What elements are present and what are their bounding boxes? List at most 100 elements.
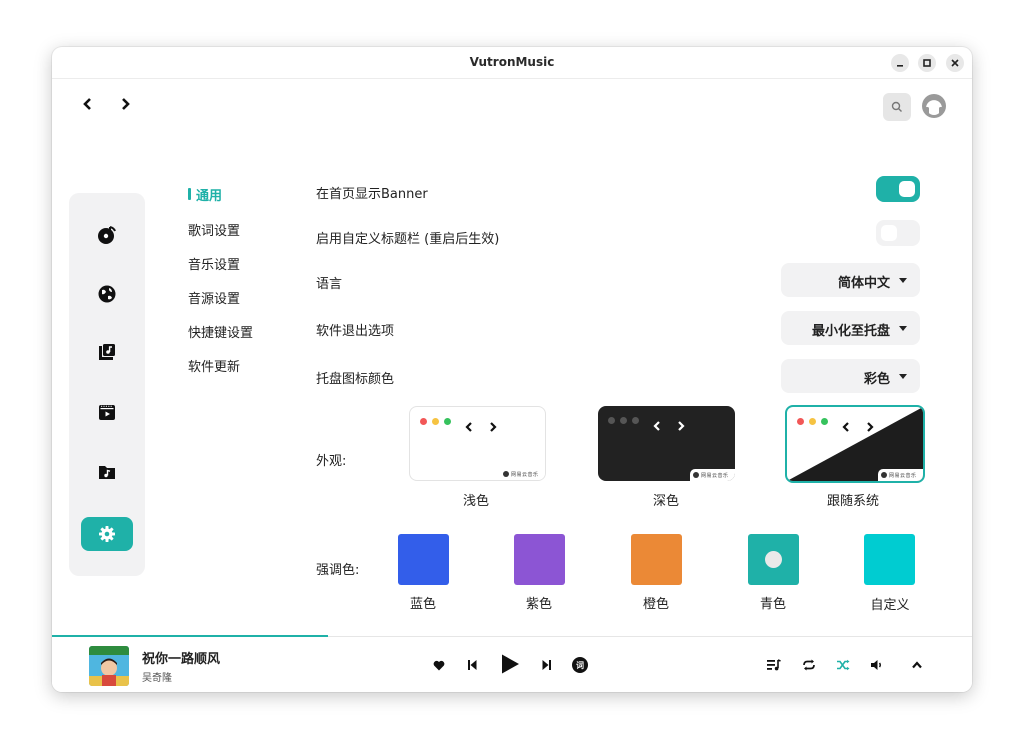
chevron-left-icon <box>83 98 91 110</box>
play-button[interactable] <box>499 652 521 676</box>
sidebar-item-video[interactable] <box>69 395 145 429</box>
theme-card-system[interactable]: 网易云音乐 <box>785 405 925 483</box>
back-button[interactable] <box>79 95 95 113</box>
submenu-item-update[interactable]: 软件更新 <box>188 356 240 375</box>
globe-icon <box>98 285 116 303</box>
music-library-icon <box>99 344 115 360</box>
music-folder-icon <box>99 466 115 479</box>
mini-logo: 网易云音乐 <box>878 469 923 481</box>
toggle-knob <box>899 181 915 197</box>
playback-progress[interactable] <box>52 635 328 637</box>
user-avatar[interactable] <box>920 92 948 120</box>
chevron-left-icon <box>653 421 660 431</box>
app-window: VutronMusic 通用 歌词设置 音乐设置 音源设置 快捷键设置 软件更新… <box>52 47 972 692</box>
repeat-icon <box>803 659 815 671</box>
maximize-button[interactable] <box>918 54 936 72</box>
repeat-button[interactable] <box>801 657 817 673</box>
chevron-up-icon <box>912 661 922 669</box>
heart-icon <box>433 660 445 670</box>
search-button[interactable] <box>883 93 911 121</box>
banner-setting-label: 在首页显示Banner <box>316 187 428 202</box>
sidebar <box>69 193 145 576</box>
submenu-item-general[interactable]: 通用 <box>188 185 222 204</box>
window-dots <box>797 418 828 425</box>
titlebar-toggle[interactable] <box>876 220 920 246</box>
previous-button[interactable] <box>465 658 479 672</box>
window-title: VutronMusic <box>469 55 555 69</box>
maximize-icon <box>923 59 931 67</box>
skip-next-icon <box>542 660 551 670</box>
like-button[interactable] <box>432 658 446 672</box>
nav-bar <box>52 79 972 129</box>
selected-indicator <box>765 551 782 568</box>
theme-card-dark[interactable]: 网易云音乐 <box>598 406 735 481</box>
accent-name-orange: 橙色 <box>642 597 669 612</box>
accent-swatch-orange[interactable] <box>631 534 682 585</box>
accent-name-cyan: 青色 <box>759 597 786 612</box>
tray-color-label: 托盘图标颜色 <box>316 372 395 387</box>
theme-card-light[interactable]: 网易云音乐 <box>409 406 546 481</box>
playlist-button[interactable] <box>766 657 782 673</box>
exit-option-label: 软件退出选项 <box>316 324 395 339</box>
playlist-icon <box>767 659 781 671</box>
lyrics-icon: 词 <box>576 660 584 670</box>
submenu-item-music[interactable]: 音乐设置 <box>188 254 240 273</box>
player-bar: 祝你一路顺风 吴奇隆 词 <box>52 635 972 692</box>
minimize-icon <box>897 65 903 67</box>
close-button[interactable] <box>946 54 964 72</box>
accent-swatch-blue[interactable] <box>398 534 449 585</box>
banner-toggle[interactable] <box>876 176 920 202</box>
mini-logo: 网易云音乐 <box>500 468 545 480</box>
sidebar-item-local-music[interactable] <box>69 455 145 489</box>
search-icon <box>891 101 902 112</box>
minimize-button[interactable] <box>891 54 909 72</box>
language-value: 简体中文 <box>837 276 890 291</box>
music-disc-icon <box>98 226 116 244</box>
mini-logo: 网易云音乐 <box>690 469 735 481</box>
theme-name-dark: 深色 <box>652 494 679 509</box>
submenu-item-lyrics[interactable]: 歌词设置 <box>188 220 240 239</box>
chevron-left-icon <box>842 422 849 432</box>
song-artist[interactable]: 吴奇隆 <box>142 669 172 684</box>
title-bar: VutronMusic <box>52 47 972 79</box>
window-dots <box>420 418 451 425</box>
tray-color-select[interactable]: 彩色 <box>781 359 920 393</box>
play-icon <box>502 654 519 674</box>
submenu-item-label: 通用 <box>196 189 223 204</box>
titlebar-setting-label: 启用自定义标题栏 (重启后生效) <box>316 232 500 247</box>
avatar-icon <box>922 94 946 118</box>
accent-swatch-custom[interactable] <box>864 534 915 585</box>
volume-button[interactable] <box>869 657 885 673</box>
language-select[interactable]: 简体中文 <box>781 263 920 297</box>
exit-option-value: 最小化至托盘 <box>811 324 890 339</box>
accent-swatch-purple[interactable] <box>514 534 565 585</box>
sidebar-item-library[interactable] <box>69 335 145 369</box>
gear-icon <box>99 526 115 542</box>
accent-swatch-cyan[interactable] <box>748 534 799 585</box>
close-icon <box>951 59 959 67</box>
accent-name-custom: 自定义 <box>870 598 910 613</box>
submenu-item-source[interactable]: 音源设置 <box>188 288 240 307</box>
accent-name-purple: 紫色 <box>525 597 552 612</box>
submenu-item-shortcuts[interactable]: 快捷键设置 <box>188 322 253 341</box>
exit-option-select[interactable]: 最小化至托盘 <box>781 311 920 345</box>
forward-button[interactable] <box>118 95 134 113</box>
theme-name-system: 跟随系统 <box>826 494 879 509</box>
album-cover[interactable] <box>89 646 129 686</box>
expand-button[interactable] <box>909 657 925 673</box>
sidebar-item-settings[interactable] <box>81 517 133 551</box>
sidebar-item-explore[interactable] <box>69 277 145 311</box>
shuffle-button[interactable] <box>835 657 851 673</box>
album-art <box>89 646 129 686</box>
chevron-right-icon <box>122 98 130 110</box>
window-dots <box>608 417 639 424</box>
next-button[interactable] <box>540 658 554 672</box>
theme-name-light: 浅色 <box>462 494 489 509</box>
skip-previous-icon <box>468 660 477 670</box>
song-title[interactable]: 祝你一路顺风 <box>142 648 220 667</box>
lyrics-button[interactable]: 词 <box>572 657 588 673</box>
tray-color-value: 彩色 <box>863 372 890 387</box>
chevron-right-icon <box>490 422 497 432</box>
appearance-label: 外观: <box>316 454 347 469</box>
sidebar-item-music[interactable] <box>69 218 145 252</box>
